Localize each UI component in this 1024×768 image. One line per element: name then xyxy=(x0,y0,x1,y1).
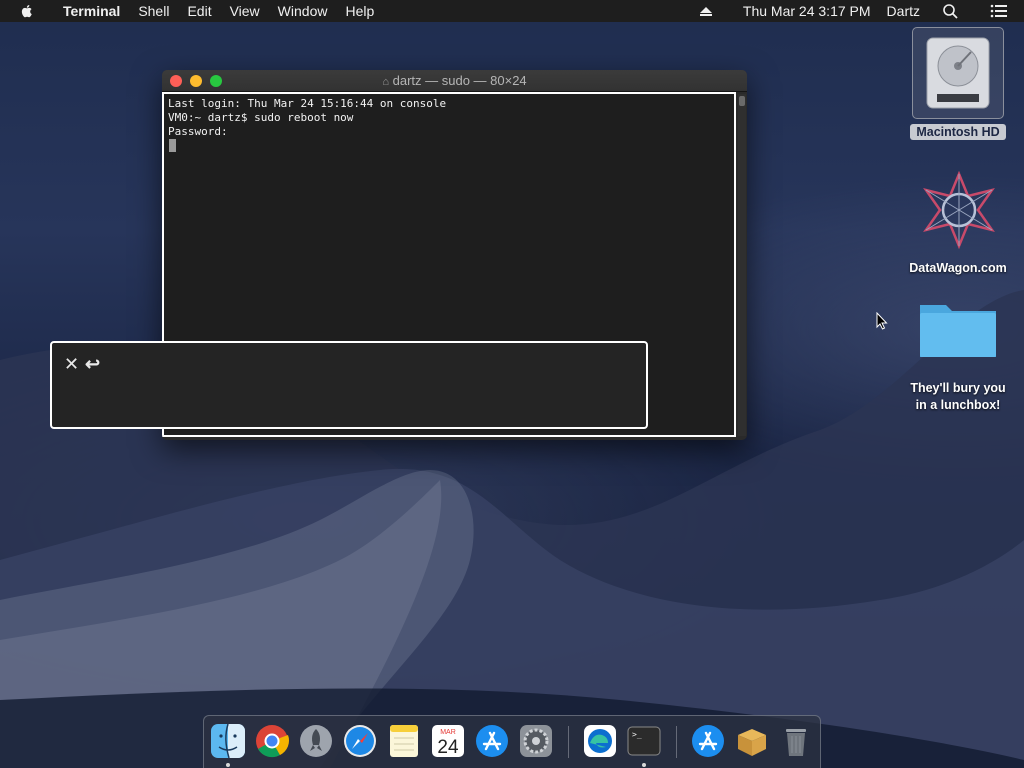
terminal-output: Last login: Thu Mar 24 15:16:44 on conso… xyxy=(168,97,446,139)
terminal-line: Password: xyxy=(168,125,228,138)
dock-separator xyxy=(568,726,569,758)
menu-edit[interactable]: Edit xyxy=(178,0,220,22)
scrollbar-thumb[interactable] xyxy=(739,96,745,106)
terminal-icon[interactable]: >_ xyxy=(626,723,662,759)
edge-icon[interactable] xyxy=(582,723,618,759)
menu-shell[interactable]: Shell xyxy=(129,0,178,22)
text-cursor xyxy=(169,139,176,152)
zoom-window-button[interactable] xyxy=(210,75,222,87)
menu-help[interactable]: Help xyxy=(336,0,383,22)
system-preferences-icon[interactable] xyxy=(518,723,554,759)
folder-label-line1: They'll bury you xyxy=(910,381,1006,395)
menu-user[interactable]: Dartz xyxy=(879,0,928,22)
app-store-icon[interactable] xyxy=(474,723,510,759)
terminal-line: VM0:~ dartz$ sudo reboot now xyxy=(168,111,354,124)
menu-bar: Terminal Shell Edit View Window Help Thu… xyxy=(0,0,1024,22)
terminal-titlebar[interactable]: ⌂ dartz — sudo — 80×24 xyxy=(162,70,747,92)
folder-label-line2: in a lunchbox! xyxy=(915,398,1001,412)
datawagon-label[interactable]: DataWagon.com xyxy=(898,261,1018,275)
terminal-title: dartz — sudo — 80×24 xyxy=(392,73,527,88)
home-icon: ⌂ xyxy=(382,76,389,88)
launchpad-icon[interactable] xyxy=(298,723,334,759)
macintosh-hd-label[interactable]: Macintosh HD xyxy=(910,124,1006,140)
terminal-running-indicator xyxy=(642,763,646,767)
close-window-button[interactable] xyxy=(170,75,182,87)
terminal-scrollbar[interactable] xyxy=(738,94,746,436)
mouse-pointer-icon xyxy=(876,312,888,330)
close-panel-button[interactable]: ✕ xyxy=(64,355,79,373)
calendar-month: MAR xyxy=(440,729,456,736)
menu-clock[interactable]: Thu Mar 24 3:17 PM xyxy=(735,0,879,22)
finder-icon[interactable] xyxy=(210,723,246,759)
menu-window[interactable]: Window xyxy=(269,0,337,22)
menu-app-terminal[interactable]: Terminal xyxy=(54,0,129,22)
dock: MAR 24 >_ xyxy=(203,715,821,768)
calendar-day: 24 xyxy=(437,737,459,758)
apple-menu-icon[interactable] xyxy=(19,3,35,19)
datawagon-star-icon[interactable] xyxy=(918,170,1000,250)
finder-running-indicator xyxy=(226,763,230,767)
trash-icon[interactable] xyxy=(778,723,814,759)
notes-icon[interactable] xyxy=(386,723,422,759)
eject-icon[interactable] xyxy=(689,4,735,18)
safari-icon[interactable] xyxy=(342,723,378,759)
folder-icon[interactable] xyxy=(918,297,998,361)
return-key-button[interactable]: ↩ xyxy=(85,355,100,373)
folder-label[interactable]: They'll bury you in a lunchbox! xyxy=(888,380,1024,414)
chrome-icon[interactable] xyxy=(254,723,290,759)
input-panel[interactable]: ✕ ↩ xyxy=(50,341,648,429)
spotlight-search-icon[interactable] xyxy=(928,3,974,19)
dock-separator xyxy=(676,726,677,758)
archive-box-icon[interactable] xyxy=(734,723,770,759)
menu-view[interactable]: View xyxy=(221,0,269,22)
notification-center-icon[interactable] xyxy=(974,4,1024,18)
hard-drive-icon xyxy=(926,37,990,109)
terminal-line: Last login: Thu Mar 24 15:16:44 on conso… xyxy=(168,97,447,110)
minimize-window-button[interactable] xyxy=(190,75,202,87)
downloads-stack-icon[interactable] xyxy=(690,723,726,759)
macintosh-hd-selection[interactable] xyxy=(912,27,1004,119)
calendar-icon[interactable]: MAR 24 xyxy=(430,723,466,759)
svg-text:>_: >_ xyxy=(632,730,642,739)
